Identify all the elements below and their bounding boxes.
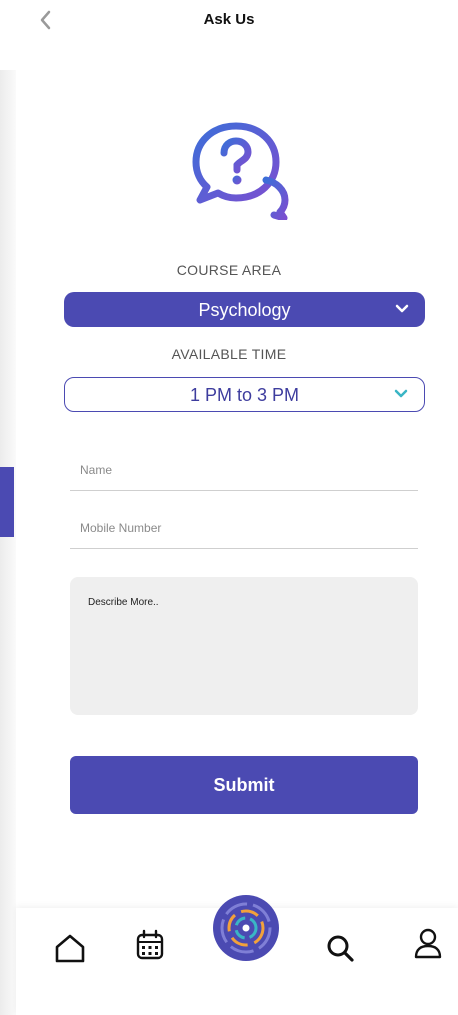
submit-button[interactable]: Submit [70,756,418,814]
course-area-label: COURSE AREA [176,262,282,278]
tab-search[interactable] [320,928,360,968]
question-chat-bubbles-icon [192,122,289,220]
user-icon [414,928,442,959]
name-field[interactable] [70,456,418,491]
page-title: Ask Us [203,11,255,28]
course-area-select[interactable]: Psychology [64,292,425,327]
side-drawer-tab[interactable] [0,467,14,537]
brand-logo-icon [220,902,272,954]
search-icon [327,935,354,962]
header: Ask Us [0,0,458,44]
tab-home[interactable] [50,928,90,968]
chevron-down-icon [395,304,409,313]
describe-textarea[interactable] [70,577,418,715]
available-time-select[interactable]: 1 PM to 3 PM [64,377,425,412]
tab-calendar[interactable] [130,926,170,966]
center-logo-button[interactable] [213,895,279,961]
mobile-number-input[interactable] [78,520,412,536]
available-time-label: AVAILABLE TIME [171,346,287,362]
tab-profile[interactable] [408,924,448,964]
bottom-tab-bar [16,895,458,1015]
calendar-icon [136,929,164,960]
chevron-down-icon [394,389,408,398]
mobile-number-field[interactable] [70,514,418,549]
home-icon [55,934,85,963]
available-time-value: 1 PM to 3 PM [189,385,300,405]
left-background-strip [0,70,16,1015]
course-area-value: Psychology [198,300,291,320]
name-input[interactable] [78,462,412,478]
